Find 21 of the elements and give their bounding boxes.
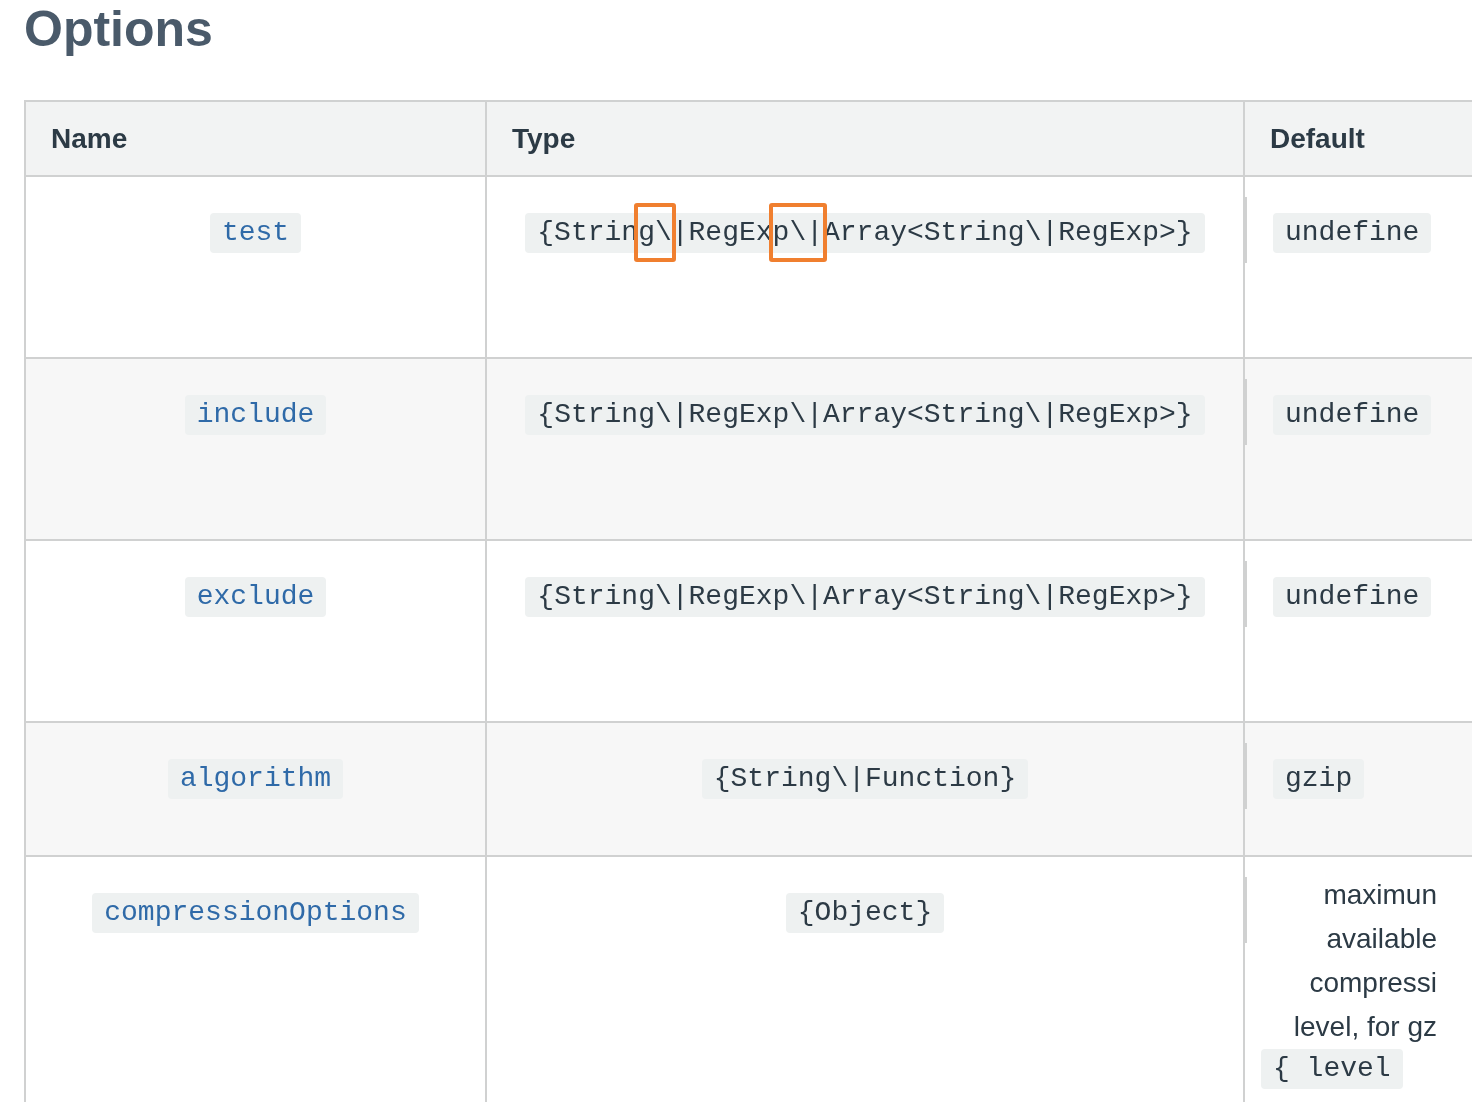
default-text: level, for gz — [1293, 1010, 1437, 1044]
type-value: {String\|RegExp\|Array<String\|RegExp>} — [525, 395, 1205, 435]
default-value: { level — [1261, 1049, 1403, 1089]
type-value: {Object} — [785, 893, 945, 933]
page-heading: Options — [24, 0, 213, 59]
option-name: exclude — [184, 577, 327, 617]
default-text: compressi — [1309, 966, 1437, 1000]
default-text: available — [1326, 922, 1437, 956]
option-name: compressionOptions — [92, 893, 419, 933]
default-value: undefine — [1273, 577, 1432, 617]
type-value: {String\|Function} — [701, 759, 1029, 799]
default-value: gzip — [1273, 759, 1365, 799]
option-name: algorithm — [167, 759, 344, 799]
option-name: test — [209, 213, 302, 253]
option-name: include — [184, 395, 327, 435]
column-header: Name — [25, 101, 486, 176]
type-value: {String\|RegExp\|Array<String\|RegExp>} — [525, 577, 1205, 617]
default-value: undefine — [1273, 213, 1432, 253]
column-header: Type — [486, 101, 1244, 176]
default-value: undefine — [1273, 395, 1432, 435]
default-text: maximun — [1323, 878, 1437, 912]
